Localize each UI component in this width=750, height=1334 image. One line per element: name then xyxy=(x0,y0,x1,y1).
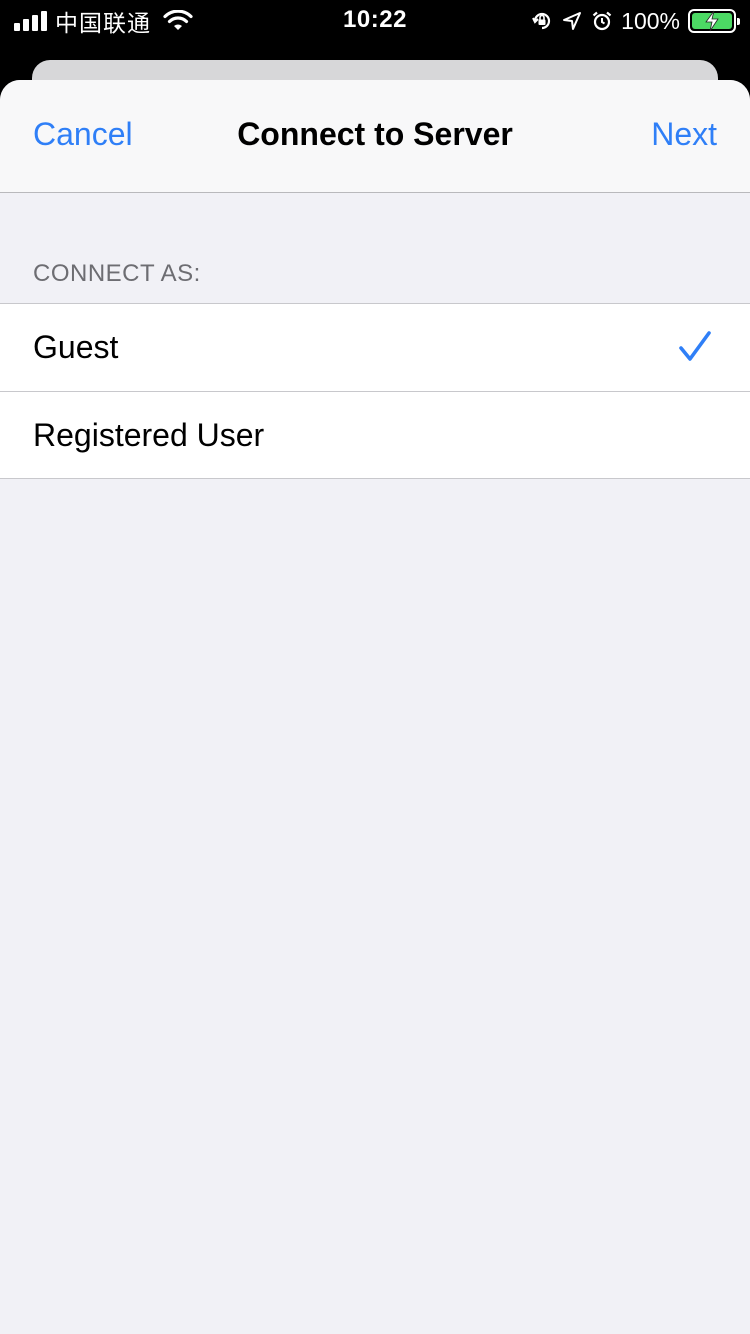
option-guest[interactable]: Guest xyxy=(0,304,750,391)
section-header: CONNECT AS: xyxy=(33,260,201,287)
connect-as-list: Guest Registered User xyxy=(0,303,750,479)
option-registered-user[interactable]: Registered User xyxy=(0,391,750,478)
checkmark-icon xyxy=(679,331,711,361)
status-bar: 中国联通 10:22 100% xyxy=(0,0,750,40)
battery-percent: 100% xyxy=(621,7,680,34)
status-right: 100% xyxy=(531,6,740,36)
page-title: Connect to Server xyxy=(237,116,513,152)
charging-bolt-icon xyxy=(705,10,719,32)
next-button[interactable]: Next xyxy=(651,116,717,153)
battery-charging-icon xyxy=(688,9,740,33)
orientation-lock-icon xyxy=(532,12,551,30)
location-icon xyxy=(563,12,582,30)
connect-sheet: Cancel Connect to Server Next CONNECT AS… xyxy=(0,80,750,1334)
navigation-bar: Cancel Connect to Server Next xyxy=(0,80,750,193)
option-label: Guest xyxy=(33,329,119,365)
alarm-icon xyxy=(592,11,612,31)
battery-nub xyxy=(737,18,740,25)
option-label: Registered User xyxy=(33,416,265,453)
